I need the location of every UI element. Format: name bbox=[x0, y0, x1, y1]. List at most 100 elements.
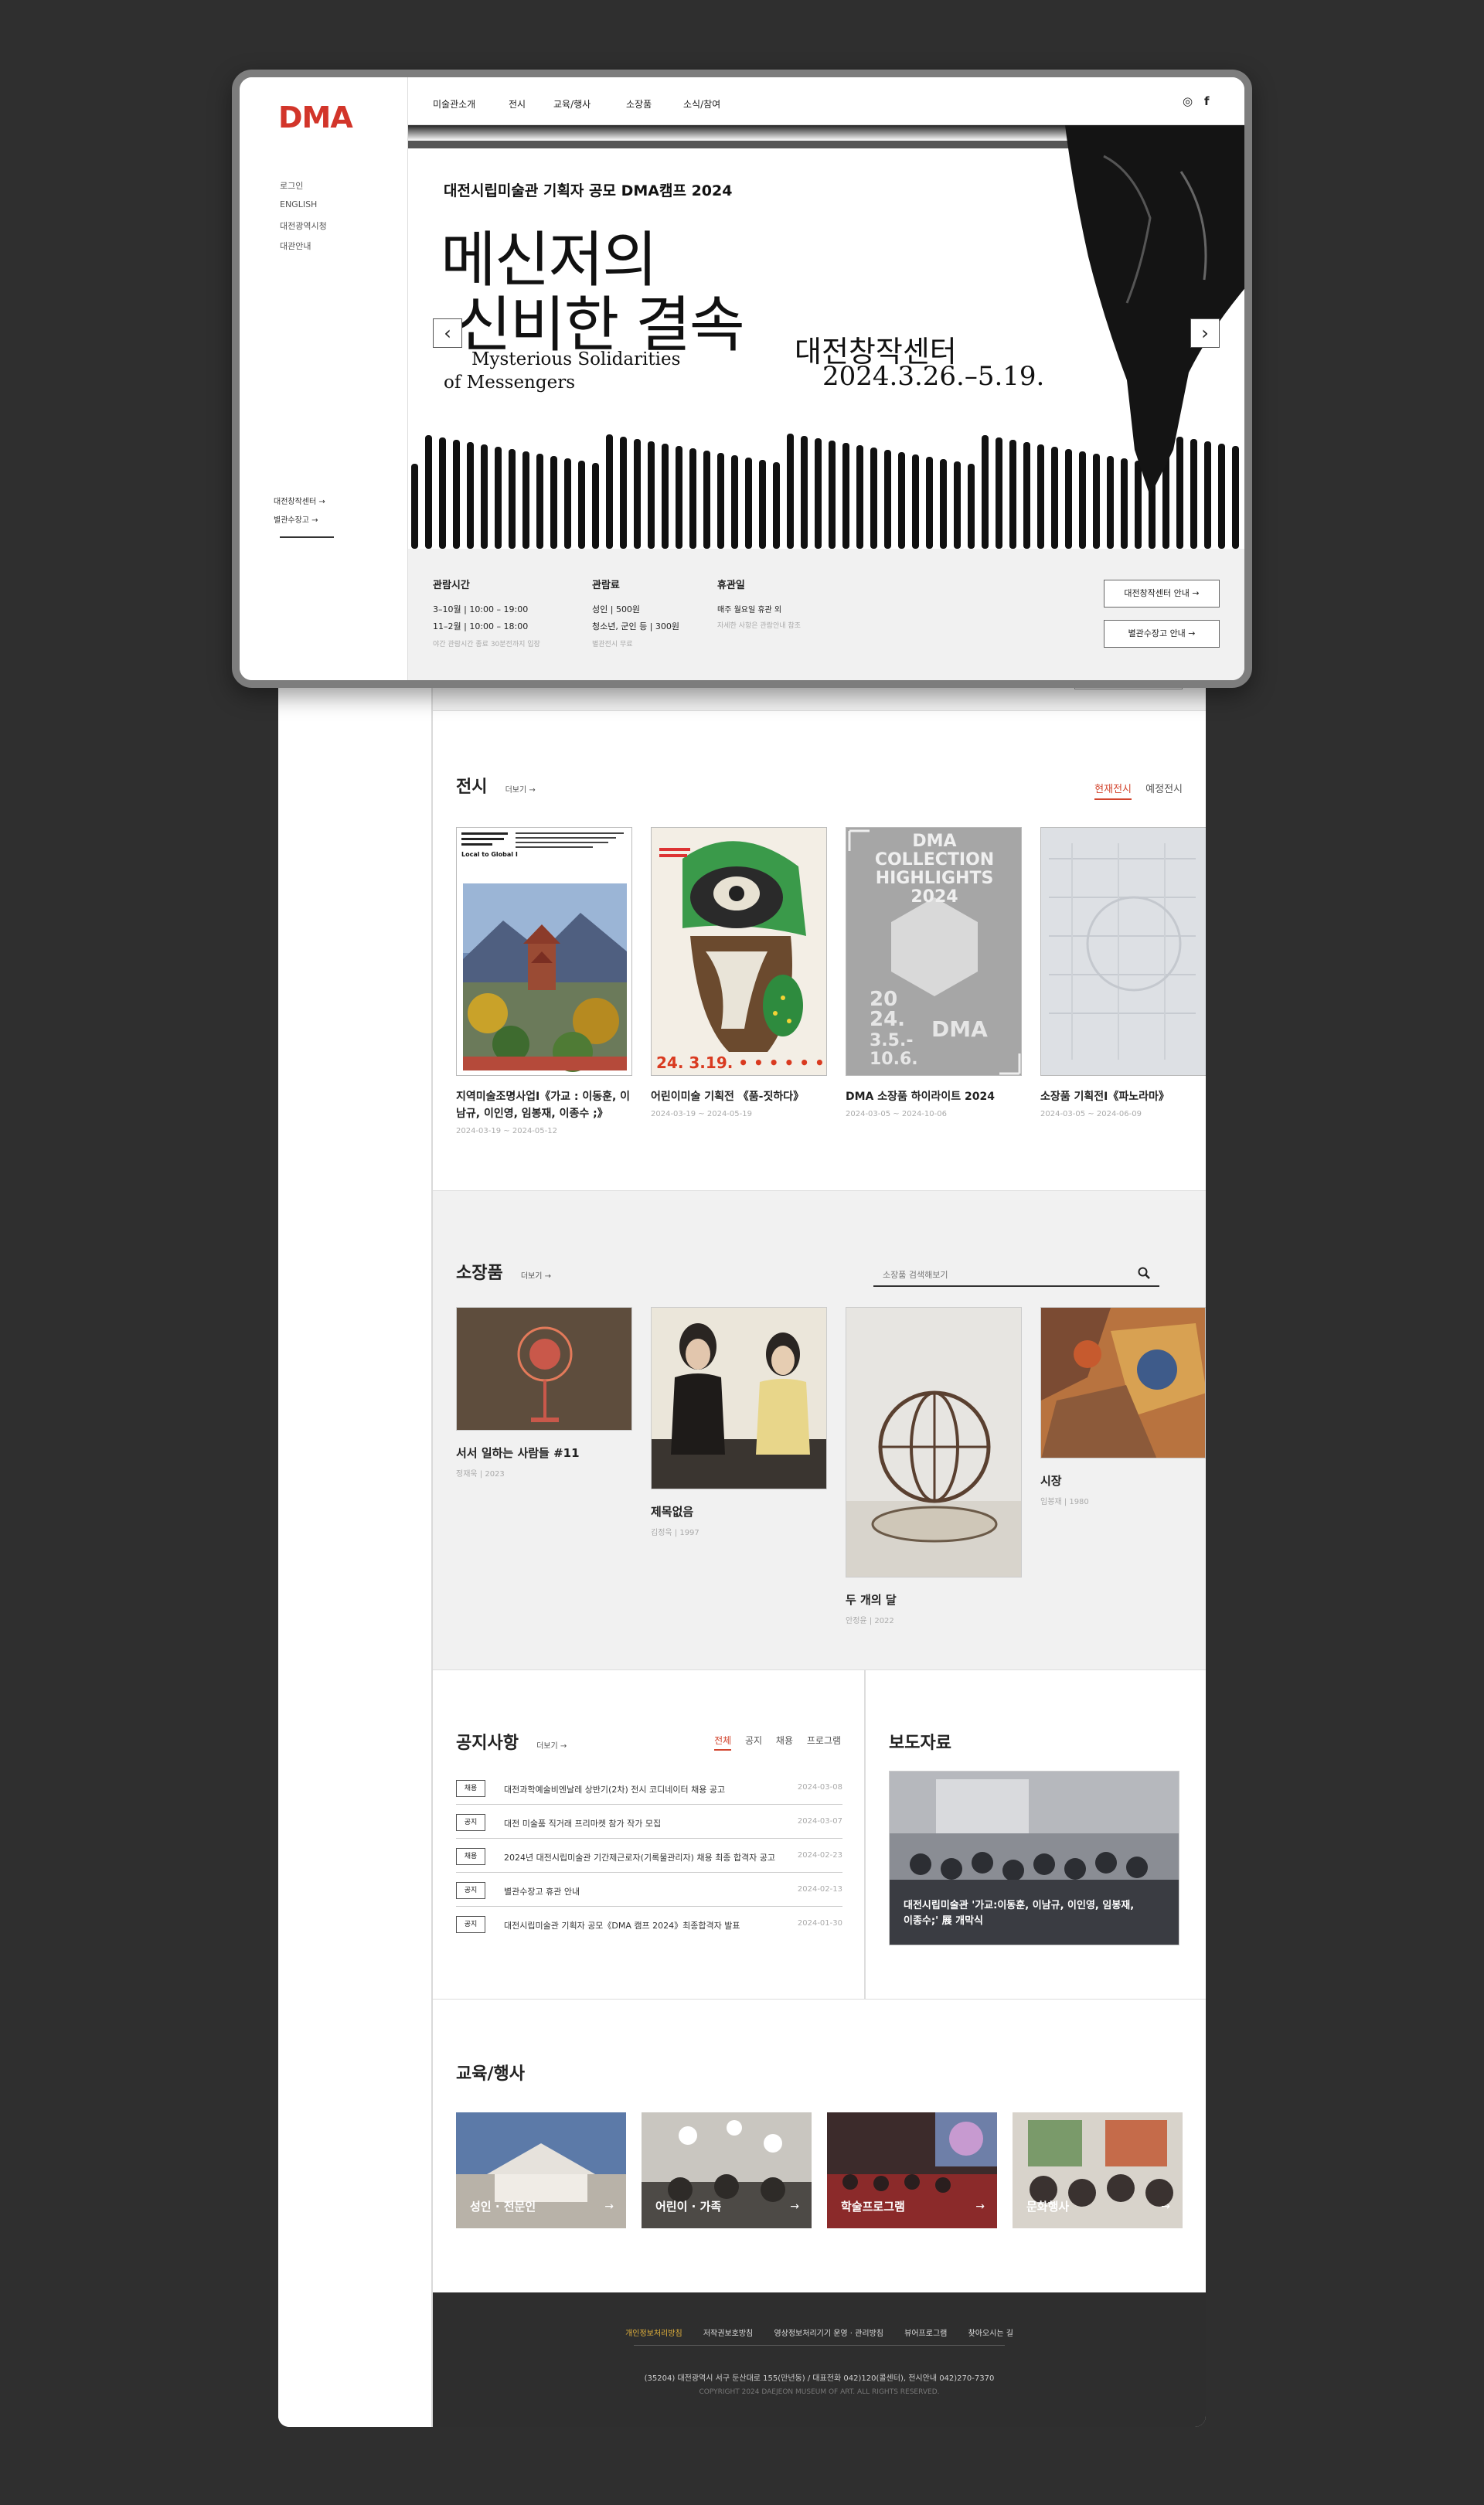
notice-row[interactable]: 채용 대전과학예술비엔날레 상반기(2차) 전시 코디네이터 채용 공고 202… bbox=[456, 1771, 842, 1805]
creative-center-button[interactable]: 대전창작센터 안내 → bbox=[1104, 580, 1220, 608]
edu-label: 학술프로그램 bbox=[841, 2200, 905, 2214]
tab-current[interactable]: 현재전시 bbox=[1094, 784, 1132, 800]
hero-bar bbox=[801, 436, 808, 549]
closed-note: 자세한 사항은 관람안내 참조 bbox=[717, 622, 801, 630]
arrow-icon: → bbox=[790, 2200, 799, 2213]
fee-line: 성인 | 500원 bbox=[592, 604, 641, 614]
exhibition-card[interactable]: 24. 3.19. • • • • • • • 5.19. 어린이미술 기획전 … bbox=[651, 827, 827, 1118]
collection-meta: 정재욱 | 2023 bbox=[456, 1470, 505, 1479]
more-link[interactable]: 더보기 bbox=[521, 1272, 551, 1281]
hero-bar bbox=[425, 435, 432, 549]
edu-card[interactable]: 성인 · 전문인 → bbox=[456, 2112, 626, 2228]
collection-card[interactable]: 제목없음 김정욱 | 1997 bbox=[651, 1307, 827, 1537]
tab-upcoming[interactable]: 예정전시 bbox=[1145, 784, 1183, 795]
hero-bar bbox=[634, 439, 641, 549]
notice-date: 2024-02-23 bbox=[797, 1851, 842, 1860]
sidebar-link-creative-center[interactable]: 대전창작센터 → bbox=[274, 495, 325, 506]
hero-bar bbox=[1176, 437, 1183, 549]
footer-link-viewer[interactable]: 뷰어프로그램 bbox=[904, 2330, 947, 2338]
sidebar-link-rental[interactable]: 대관안내 bbox=[280, 240, 311, 252]
hero-bar bbox=[522, 451, 529, 549]
svg-text:10.6.: 10.6. bbox=[870, 1050, 918, 1069]
hero-bar bbox=[703, 451, 710, 549]
nav-education[interactable]: 교육/행사 bbox=[553, 97, 591, 111]
tab-notice[interactable]: 공지 bbox=[745, 1735, 762, 1746]
more-link[interactable]: 더보기 bbox=[505, 786, 536, 795]
collection-meta: 안정윤 | 2022 bbox=[846, 1617, 894, 1625]
exhibition-title: 지역미술조명사업Ⅰ《가교 : 이동훈, 이남규, 이인영, 임봉재, 이종수 ;… bbox=[456, 1091, 631, 1120]
notice-section: 공지사항 더보기 전체 공지 채용 프로그램 채용 대전과학예술비엔날레 상반기… bbox=[433, 1669, 866, 1999]
page-preview: 전시 더보기 현재전시 예정전시 bbox=[278, 665, 1206, 2427]
sidebar-cutoff-line bbox=[280, 536, 334, 541]
section-title: 교육/행사 bbox=[456, 2064, 525, 2084]
hero-bar bbox=[1204, 441, 1211, 549]
instagram-icon[interactable]: ◎ bbox=[1183, 94, 1193, 108]
tab-all[interactable]: 전체 bbox=[714, 1735, 732, 1751]
nav-exhibition[interactable]: 전시 bbox=[509, 97, 526, 111]
nav-news[interactable]: 소식/참여 bbox=[683, 97, 720, 111]
dma-logo[interactable]: DMA bbox=[278, 100, 353, 134]
sidebar-link-storage[interactable]: 별관수장고 → bbox=[274, 513, 318, 525]
fee-line: 청소년, 군인 등 | 300원 bbox=[592, 621, 680, 631]
sidebar-link-login[interactable]: 로그인 bbox=[280, 179, 303, 192]
footer-link-copyright[interactable]: 저작권보호방침 bbox=[703, 2330, 753, 2338]
tab-recruit[interactable]: 채용 bbox=[776, 1735, 793, 1746]
nav-about[interactable]: 미술관소개 bbox=[433, 97, 475, 111]
notice-row[interactable]: 공지 대전 미술품 직거래 프리마켓 참가 작가 모집 2024-03-07 bbox=[456, 1805, 842, 1839]
edu-card[interactable]: 어린이 · 가족 → bbox=[642, 2112, 812, 2228]
page-main: 전시 더보기 현재전시 예정전시 bbox=[433, 665, 1206, 2427]
collection-card[interactable]: 두 개의 달 안정윤 | 2022 bbox=[846, 1307, 1022, 1625]
notice-date: 2024-03-08 bbox=[797, 1783, 842, 1792]
hours-line: 3–10월 | 10:00 – 19:00 bbox=[433, 604, 529, 614]
hero-bar bbox=[884, 450, 891, 549]
facebook-icon[interactable]: f bbox=[1204, 94, 1210, 108]
exhibition-card[interactable]: 소장품 기획전Ⅰ《파노라마》 2024-03-05 ~ 2024-06-09 bbox=[1040, 827, 1206, 1118]
sidebar-link-cityhall[interactable]: 대전광역시청 bbox=[280, 220, 327, 232]
hours-line: 11–2월 | 10:00 – 18:00 bbox=[433, 621, 529, 631]
collection-title: 서서 일하는 사람들 #11 bbox=[456, 1446, 580, 1460]
notice-text: 대전 미술품 직거래 프리마켓 참가 작가 모집 bbox=[504, 1819, 662, 1829]
footer-link-cctv[interactable]: 영상정보처리기기 운영 · 관리방침 bbox=[774, 2330, 883, 2338]
search-input[interactable]: 소장품 검색해보기 bbox=[883, 1268, 948, 1281]
notice-row[interactable]: 공지 별관수장고 휴관 안내 2024-02-13 bbox=[456, 1873, 842, 1907]
prev-arrow-icon[interactable]: ‹ bbox=[433, 318, 462, 348]
hero-bar bbox=[745, 458, 752, 549]
exhibition-card[interactable]: Local to Global Ⅰ 지역미술조명사업Ⅰ《가교 : 이동훈, 이남… bbox=[456, 827, 632, 1135]
next-arrow-icon[interactable]: › bbox=[1190, 318, 1220, 348]
edu-card[interactable]: 학술프로그램 → bbox=[827, 2112, 997, 2228]
exhibition-date: 2024-03-05 ~ 2024-10-06 bbox=[846, 1110, 947, 1118]
hero-bar bbox=[1121, 458, 1128, 549]
hero-english-line1: Mysterious Solidarities bbox=[471, 349, 681, 369]
footer-link-directions[interactable]: 찾아오시는 길 bbox=[968, 2330, 1013, 2338]
hero-bar bbox=[926, 457, 933, 549]
notice-tag: 공지 bbox=[456, 1814, 485, 1831]
fee-title: 관람료 bbox=[592, 580, 620, 591]
sidebar-link-english[interactable]: ENGLISH bbox=[280, 199, 317, 209]
hero-bar bbox=[1079, 451, 1086, 549]
nav-collection[interactable]: 소장품 bbox=[626, 97, 652, 111]
notice-date: 2024-01-30 bbox=[797, 1919, 842, 1928]
hero-bar bbox=[481, 444, 488, 549]
closed-title: 휴관일 bbox=[717, 580, 745, 591]
tab-program[interactable]: 프로그램 bbox=[807, 1735, 841, 1746]
hero-bar bbox=[1218, 444, 1225, 549]
exhibition-title: 소장품 기획전Ⅰ《파노라마》 bbox=[1040, 1091, 1169, 1103]
exhibition-poster: 24. 3.19. • • • • • • • 5.19. bbox=[651, 827, 827, 1076]
exhibition-card[interactable]: 20 24. 3.5.- 10.6. DMA DMA COLLECTION HI… bbox=[846, 827, 1022, 1118]
page-sidebar bbox=[278, 665, 433, 2427]
hours-title: 관람시간 bbox=[433, 580, 470, 591]
collection-card[interactable]: 시장 임봉재 | 1980 bbox=[1040, 1307, 1206, 1506]
press-card[interactable]: 대전시립미술관 '가교:이동훈, 이남규, 이인영, 임봉재, 이종수;' 展 … bbox=[889, 1771, 1179, 1945]
notice-row[interactable]: 공지 대전시립미술관 기획자 공모《DMA 캠프 2024》최종합격자 발표 2… bbox=[456, 1907, 842, 1941]
more-link[interactable]: 더보기 bbox=[536, 1742, 567, 1751]
hero-bar bbox=[648, 441, 655, 549]
collection-card[interactable]: 서서 일하는 사람들 #11 정재욱 | 2023 bbox=[456, 1307, 632, 1479]
storage-button[interactable]: 별관수장고 안내 → bbox=[1104, 620, 1220, 648]
notice-header: 공지사항 더보기 bbox=[456, 1729, 567, 1754]
search-icon[interactable] bbox=[1138, 1267, 1150, 1279]
edu-card[interactable]: 문화행사 → bbox=[1013, 2112, 1183, 2228]
footer-link-privacy[interactable]: 개인정보처리방침 bbox=[625, 2330, 682, 2338]
hero-bar bbox=[1023, 442, 1030, 549]
notice-row[interactable]: 채용 2024년 대전시립미술관 기간제근로자(기록물관리자) 채용 최종 합격… bbox=[456, 1839, 842, 1873]
collection-search[interactable]: 소장품 검색해보기 bbox=[873, 1261, 1159, 1287]
